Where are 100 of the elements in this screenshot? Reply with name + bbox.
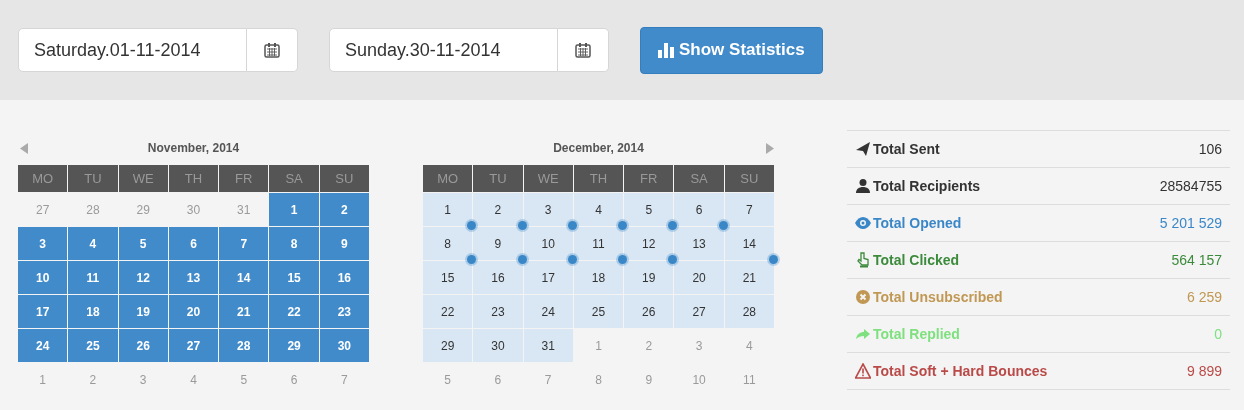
day-cell[interactable]: 26: [624, 295, 674, 328]
day-cell[interactable]: 30: [168, 193, 219, 226]
weekday-header: FR: [219, 165, 269, 192]
day-cell[interactable]: 3: [18, 227, 68, 260]
stat-label: Total Unsubscribed: [873, 287, 1003, 307]
day-cell[interactable]: 12: [118, 261, 168, 294]
day-cell[interactable]: 11: [724, 363, 774, 396]
day-cell[interactable]: 15: [423, 261, 473, 294]
day-cell[interactable]: 24: [18, 329, 68, 362]
weekday-header: SU: [724, 165, 774, 192]
day-cell[interactable]: 2: [319, 193, 369, 226]
day-cell[interactable]: 20: [674, 261, 724, 294]
day-cell[interactable]: 9: [624, 363, 674, 396]
day-cell[interactable]: 29: [118, 193, 168, 226]
day-cell[interactable]: 8: [573, 363, 624, 396]
day-cell[interactable]: 17: [18, 295, 68, 328]
day-cell[interactable]: 28: [68, 193, 118, 226]
day-cell[interactable]: 30: [319, 329, 369, 362]
day-cell[interactable]: 14: [219, 261, 269, 294]
cancel-circle-icon: [855, 289, 871, 305]
day-cell[interactable]: 10: [18, 261, 68, 294]
day-cell[interactable]: 23: [319, 295, 369, 328]
day-cell[interactable]: 25: [68, 329, 118, 362]
date-field[interactable]: Sunday.30-11-2014: [329, 28, 558, 72]
day-cell[interactable]: 21: [724, 261, 774, 294]
day-cell[interactable]: 5: [219, 363, 269, 396]
day-cell[interactable]: 7: [724, 193, 774, 226]
day-cell[interactable]: 27: [18, 193, 68, 226]
day-cell[interactable]: 1: [573, 329, 624, 362]
bar-chart-icon: [658, 42, 675, 58]
day-cell[interactable]: 18: [68, 295, 118, 328]
day-cell[interactable]: 1: [18, 363, 68, 396]
day-cell[interactable]: 1: [269, 193, 319, 226]
stat-label: Total Sent: [873, 139, 940, 159]
day-cell[interactable]: 6: [168, 227, 219, 260]
day-cell[interactable]: 20: [168, 295, 219, 328]
stat-value: 5 201 529: [1159, 213, 1222, 233]
stat-value: 0: [1214, 324, 1222, 344]
day-cell[interactable]: 22: [423, 295, 473, 328]
day-cell[interactable]: 6: [473, 363, 523, 396]
day-cell[interactable]: 3: [674, 329, 724, 362]
eye-icon: [855, 215, 871, 231]
weekday-header: SU: [319, 165, 369, 192]
weekday-header: WE: [118, 165, 168, 192]
day-cell[interactable]: 7: [523, 363, 573, 396]
day-cell[interactable]: 5: [423, 363, 473, 396]
day-cell[interactable]: 11: [68, 261, 118, 294]
day-cell[interactable]: 25: [573, 295, 624, 328]
day-cell[interactable]: 29: [269, 329, 319, 362]
day-cell[interactable]: 31: [219, 193, 269, 226]
day-cell[interactable]: 13: [674, 227, 724, 260]
stat-value: 6 259: [1186, 287, 1222, 307]
stat-value: 106: [1198, 139, 1222, 159]
day-cell[interactable]: 9: [319, 227, 369, 260]
day-cell[interactable]: 23: [473, 295, 523, 328]
day-cell[interactable]: 4: [68, 227, 118, 260]
day-cell[interactable]: 22: [269, 295, 319, 328]
day-cell[interactable]: 27: [168, 329, 219, 362]
calendar-button[interactable]: [247, 28, 298, 72]
day-cell[interactable]: 2: [624, 329, 674, 362]
day-cell[interactable]: 17: [523, 261, 573, 294]
day-cell[interactable]: 21: [219, 295, 269, 328]
day-cell[interactable]: 19: [624, 261, 674, 294]
day-cell[interactable]: 3: [118, 363, 168, 396]
day-cell[interactable]: 18: [573, 261, 624, 294]
day-cell[interactable]: 30: [473, 329, 523, 362]
calendar-button[interactable]: [558, 28, 609, 72]
day-cell[interactable]: 19: [118, 295, 168, 328]
day-cell[interactable]: 13: [168, 261, 219, 294]
day-cell[interactable]: 10: [674, 363, 724, 396]
day-cell[interactable]: 6: [269, 363, 319, 396]
weekday-header: MO: [18, 165, 68, 192]
weekday-header: TU: [473, 165, 523, 192]
next-month-arrow-icon[interactable]: [766, 143, 774, 154]
weekday-header: MO: [423, 165, 473, 192]
show-statistics-button[interactable]: Show Statistics: [640, 26, 823, 74]
day-cell[interactable]: 16: [319, 261, 369, 294]
day-cell[interactable]: 29: [423, 329, 473, 362]
date-field[interactable]: Saturday.01-11-2014: [18, 28, 247, 72]
stat-label: Total Opened: [873, 213, 962, 233]
calendar-icon: [264, 42, 280, 58]
day-cell[interactable]: 24: [523, 295, 573, 328]
stat-label: Total Replied: [873, 324, 960, 344]
day-cell[interactable]: 26: [118, 329, 168, 362]
previous-month-arrow-icon[interactable]: [20, 143, 28, 154]
day-cell[interactable]: 4: [168, 363, 219, 396]
day-cell[interactable]: 31: [523, 329, 573, 362]
day-cell[interactable]: 28: [219, 329, 269, 362]
day-cell[interactable]: 5: [118, 227, 168, 260]
day-cell[interactable]: 2: [68, 363, 118, 396]
day-cell[interactable]: 27: [674, 295, 724, 328]
weekday-header: TH: [573, 165, 624, 192]
day-cell[interactable]: 7: [219, 227, 269, 260]
day-cell[interactable]: 7: [319, 363, 369, 396]
day-cell[interactable]: 28: [724, 295, 774, 328]
day-cell[interactable]: 4: [724, 329, 774, 362]
weekday-header: FR: [624, 165, 674, 192]
day-cell[interactable]: 8: [269, 227, 319, 260]
day-cell[interactable]: 15: [269, 261, 319, 294]
day-cell[interactable]: 16: [473, 261, 523, 294]
